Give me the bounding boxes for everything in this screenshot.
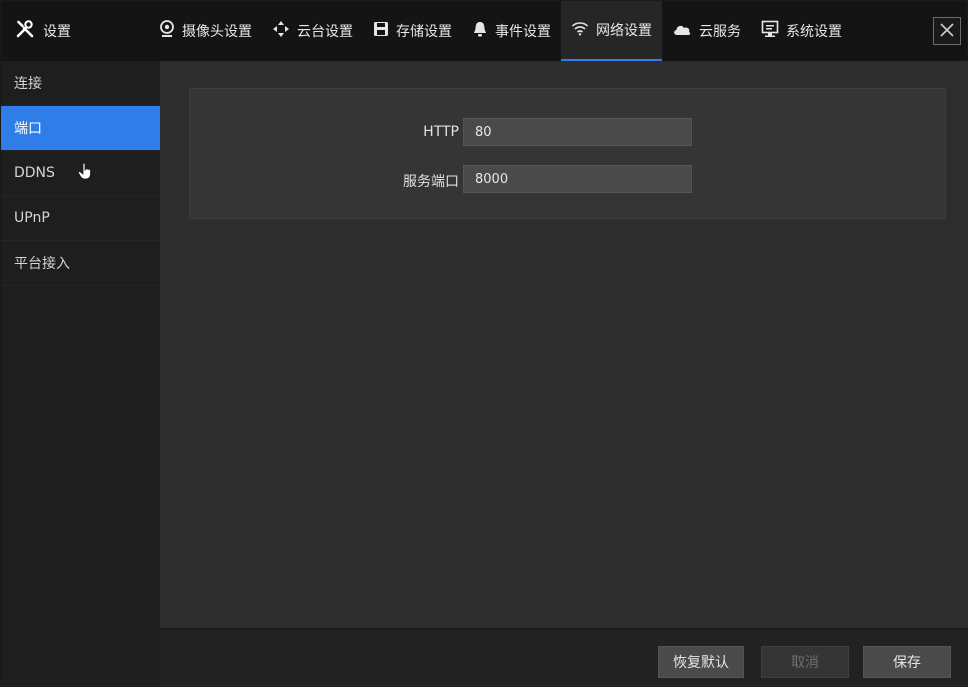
http-port-input[interactable]: [463, 118, 692, 146]
tab-label: 存储设置: [396, 24, 452, 40]
service-port-row: 服务端口: [190, 165, 945, 195]
sidebar-item-label: 端口: [14, 121, 42, 137]
camera-settings-icon: [159, 20, 182, 42]
sidebar-item-ddns[interactable]: DDNS: [1, 151, 160, 196]
bell-icon: [472, 20, 495, 42]
save-button[interactable]: 保存: [863, 646, 951, 678]
tab-label: 摄像头设置: [182, 24, 252, 40]
tab-camera-settings[interactable]: 摄像头设置: [149, 1, 262, 61]
tab-label: 云台设置: [297, 24, 353, 40]
tab-storage-settings[interactable]: 存储设置: [363, 1, 462, 61]
tab-event-settings[interactable]: 事件设置: [462, 1, 561, 61]
sidebar-item-label: 连接: [14, 76, 42, 92]
close-button[interactable]: [933, 17, 961, 45]
settings-brand: 设置: [1, 1, 149, 61]
sidebar-item-port[interactable]: 端口: [1, 106, 160, 151]
sidebar-item-connection[interactable]: 连接: [1, 61, 160, 106]
main-content: HTTP 服务端口 恢复默认 取消 保存: [160, 61, 968, 687]
sidebar-item-label: UPnP: [14, 210, 50, 226]
tab-label: 云服务: [699, 24, 741, 40]
settings-window: 设置 摄像头设置 云台设置 存储设置 事件设置 网络设置 云服务 系统设置 连接…: [0, 0, 968, 687]
sidebar-item-upnp[interactable]: UPnP: [1, 196, 160, 241]
action-footer: 恢复默认 取消 保存: [160, 628, 968, 687]
save-disk-icon: [373, 21, 396, 41]
tab-system-settings[interactable]: 系统设置: [751, 1, 852, 61]
tab-cloud-service[interactable]: 云服务: [662, 1, 751, 61]
port-settings-panel: HTTP 服务端口: [189, 88, 946, 219]
top-navigation-bar: 设置 摄像头设置 云台设置 存储设置 事件设置 网络设置 云服务 系统设置: [1, 1, 967, 61]
tab-label: 系统设置: [786, 24, 842, 40]
tab-network-settings[interactable]: 网络设置: [561, 1, 662, 61]
settings-tabs: 摄像头设置 云台设置 存储设置 事件设置 网络设置 云服务 系统设置: [149, 1, 852, 61]
sidebar-item-label: DDNS: [14, 165, 55, 181]
tab-ptz-settings[interactable]: 云台设置: [262, 1, 363, 61]
cancel-button[interactable]: 取消: [761, 646, 849, 678]
wifi-icon: [571, 20, 596, 40]
monitor-icon: [761, 20, 786, 42]
sidebar-item-label: 平台接入: [14, 256, 70, 272]
sidebar-item-platform-access[interactable]: 平台接入: [1, 241, 160, 286]
hand-pointer-icon: [77, 162, 93, 184]
tab-label: 事件设置: [495, 24, 551, 40]
restore-defaults-button[interactable]: 恢复默认: [658, 646, 744, 678]
ptz-icon: [272, 20, 297, 42]
http-port-row: HTTP: [190, 118, 945, 148]
tools-icon: [15, 19, 35, 43]
http-port-label: HTTP: [423, 124, 459, 140]
service-port-input[interactable]: [463, 165, 692, 193]
cloud-icon: [672, 22, 699, 40]
tab-label: 网络设置: [596, 23, 652, 39]
sidebar: 连接 端口 DDNS UPnP 平台接入: [1, 61, 160, 687]
close-icon: [940, 22, 954, 41]
page-title: 设置: [43, 24, 71, 40]
service-port-label: 服务端口: [403, 174, 459, 190]
